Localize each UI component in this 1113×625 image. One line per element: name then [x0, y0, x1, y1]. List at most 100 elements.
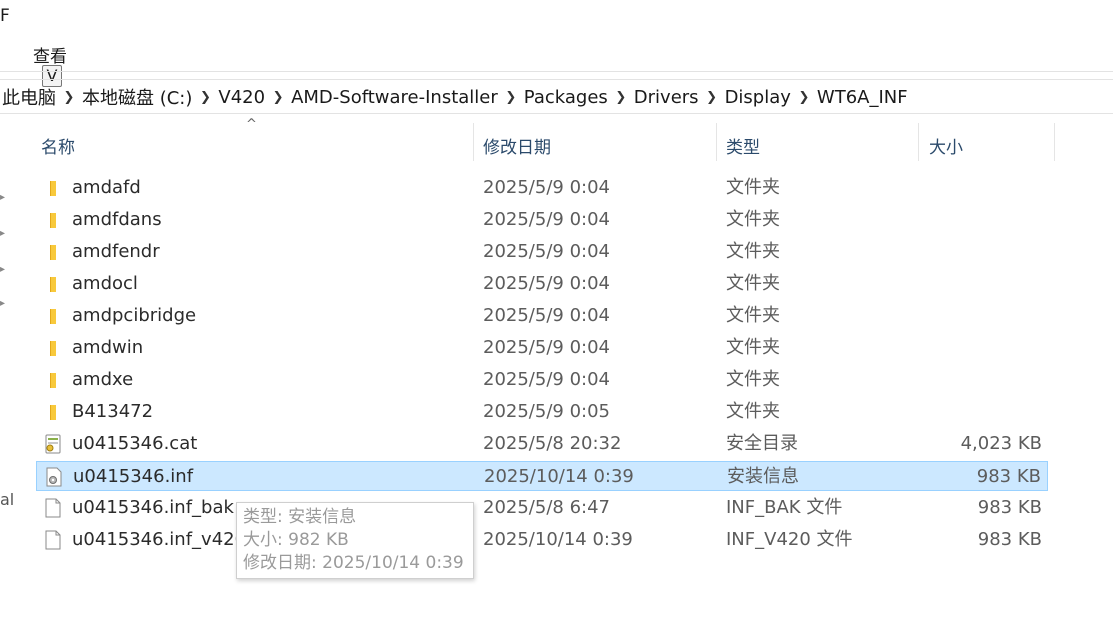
file-row[interactable]: amdafd 2025/5/9 0:04 文件夹	[36, 173, 1048, 203]
folder-icon	[44, 274, 62, 294]
breadcrumb-item-packages[interactable]: Packages	[520, 87, 612, 108]
blank-file-icon	[44, 498, 62, 518]
breadcrumb-item-this-pc[interactable]: 此电脑	[0, 84, 60, 110]
file-row[interactable]: amdpcibridge 2025/5/9 0:04 文件夹	[36, 301, 1048, 331]
setup-info-file-icon	[45, 467, 63, 487]
file-date: 2025/5/9 0:04	[483, 241, 610, 262]
file-date: 2025/5/9 0:04	[483, 273, 610, 294]
column-divider[interactable]	[716, 123, 717, 161]
file-type: 文件夹	[726, 401, 780, 422]
chevron-right-icon[interactable]: ❯	[60, 90, 78, 105]
folder-icon	[44, 210, 62, 230]
column-header-name[interactable]: 名称	[41, 133, 75, 158]
file-type: 文件夹	[726, 177, 780, 198]
file-date: 2025/5/9 0:04	[483, 369, 610, 390]
menu-fragment: F	[0, 6, 10, 26]
file-date: 2025/5/8 20:32	[483, 433, 622, 454]
folder-icon	[44, 338, 62, 358]
ribbon-divider-lower	[0, 79, 1113, 80]
chevron-right-icon[interactable]: ❯	[196, 90, 214, 105]
column-divider[interactable]	[1054, 123, 1055, 161]
chevron-right-icon[interactable]: ❯	[703, 90, 721, 105]
file-row[interactable]: B413472 2025/5/9 0:05 文件夹	[36, 397, 1048, 427]
file-type: 文件夹	[726, 305, 780, 326]
file-name: u0415346.inf_v420	[72, 529, 247, 550]
file-name: u0415346.inf_bak	[72, 497, 234, 518]
chevron-right-icon[interactable]: ❯	[269, 90, 287, 105]
file-date: 2025/5/9 0:04	[483, 305, 610, 326]
breadcrumb-item-v420[interactable]: V420	[214, 87, 269, 108]
ribbon-divider	[0, 71, 1113, 72]
chevron-right-icon[interactable]: ❯	[612, 90, 630, 105]
column-header-size[interactable]: 大小	[929, 133, 963, 158]
file-row[interactable]: amdfdans 2025/5/9 0:04 文件夹	[36, 205, 1048, 235]
tooltip-type: 类型: 安装信息	[243, 507, 357, 527]
folder-icon	[44, 306, 62, 326]
file-name: amdfendr	[72, 241, 160, 262]
file-type: 文件夹	[726, 369, 780, 390]
nav-expand-arrow-icon[interactable]: ▸	[0, 228, 5, 239]
sort-ascending-icon: ^	[246, 117, 257, 132]
file-date: 2025/5/9 0:04	[483, 337, 610, 358]
file-name: u0415346.inf	[73, 466, 194, 487]
file-type: 安装信息	[727, 466, 799, 487]
nav-expand-arrow-icon[interactable]: ▸	[0, 192, 5, 203]
column-divider[interactable]	[918, 123, 919, 161]
file-date: 2025/5/9 0:04	[483, 209, 610, 230]
file-name: u0415346.cat	[72, 433, 198, 454]
breadcrumb-item-amd-installer[interactable]: AMD-Software-Installer	[287, 87, 502, 108]
file-size: 983 KB	[977, 497, 1042, 518]
chevron-right-icon[interactable]: ❯	[502, 90, 520, 105]
column-header-date[interactable]: 修改日期	[483, 133, 551, 158]
file-name: amdocl	[72, 273, 138, 294]
tab-view[interactable]: 查看	[33, 42, 67, 67]
address-bar-divider	[0, 113, 1113, 114]
folder-icon	[44, 178, 62, 198]
file-name: amdafd	[72, 177, 141, 198]
file-size: 4,023 KB	[960, 433, 1042, 454]
nav-pane-fragment: al	[0, 490, 15, 509]
file-date: 2025/10/14 0:39	[483, 529, 633, 550]
file-date: 2025/5/9 0:04	[483, 177, 610, 198]
file-row[interactable]: u0415346.cat 2025/5/8 20:32 安全目录 4,023 KB	[36, 429, 1048, 459]
tooltip-date: 修改日期: 2025/10/14 0:39	[243, 553, 464, 573]
file-size: 983 KB	[977, 529, 1042, 550]
tooltip-size: 大小: 982 KB	[243, 530, 349, 550]
file-name: amdxe	[72, 369, 134, 390]
folder-icon	[44, 370, 62, 390]
breadcrumb-item-wt6a-inf[interactable]: WT6A_INF	[813, 87, 912, 108]
chevron-right-icon[interactable]: ❯	[795, 90, 813, 105]
file-date: 2025/10/14 0:39	[484, 466, 634, 487]
column-header-type[interactable]: 类型	[726, 133, 760, 158]
file-row[interactable]: u0415346.inf_bak 2025/5/8 6:47 INF_BAK 文件 9…	[36, 493, 1048, 523]
breadcrumb-item-drivers[interactable]: Drivers	[630, 87, 703, 108]
nav-expand-arrow-icon[interactable]: ▸	[0, 264, 5, 275]
file-row[interactable]: amdwin 2025/5/9 0:04 文件夹	[36, 333, 1048, 363]
file-type: 文件夹	[726, 241, 780, 262]
nav-expand-arrow-icon[interactable]: ▸	[0, 298, 5, 309]
file-row[interactable]: amdfendr 2025/5/9 0:04 文件夹	[36, 237, 1048, 267]
file-row[interactable]: amdocl 2025/5/9 0:04 文件夹	[36, 269, 1048, 299]
breadcrumb-item-local-disk[interactable]: 本地磁盘 (C:)	[78, 84, 196, 110]
file-size: 983 KB	[976, 466, 1041, 487]
file-name: amdfdans	[72, 209, 162, 230]
file-type: 安全目录	[726, 433, 798, 454]
column-divider[interactable]	[473, 123, 474, 161]
file-name: amdpcibridge	[72, 305, 197, 326]
file-name: amdwin	[72, 337, 144, 358]
file-date: 2025/5/8 6:47	[483, 497, 610, 518]
file-row[interactable]: u0415346.inf_v420 2025/10/14 0:39 INF_V420…	[36, 525, 1048, 555]
file-name: B413472	[72, 401, 154, 422]
file-date: 2025/5/9 0:05	[483, 401, 610, 422]
file-row[interactable]: amdxe 2025/5/9 0:04 文件夹	[36, 365, 1048, 395]
blank-file-icon	[44, 530, 62, 550]
file-info-tooltip: 类型: 安装信息 大小: 982 KB 修改日期: 2025/10/14 0:3…	[236, 502, 474, 579]
breadcrumb[interactable]: 此电脑 ❯ 本地磁盘 (C:) ❯ V420 ❯ AMD-Software-In…	[0, 84, 912, 110]
file-type: 文件夹	[726, 273, 780, 294]
file-type: INF_BAK 文件	[726, 497, 843, 518]
file-row[interactable]: u0415346.inf 2025/10/14 0:39 安装信息 983 KB	[36, 461, 1048, 491]
folder-icon	[44, 402, 62, 422]
file-type: 文件夹	[726, 209, 780, 230]
file-type: 文件夹	[726, 337, 780, 358]
breadcrumb-item-display[interactable]: Display	[721, 87, 795, 108]
